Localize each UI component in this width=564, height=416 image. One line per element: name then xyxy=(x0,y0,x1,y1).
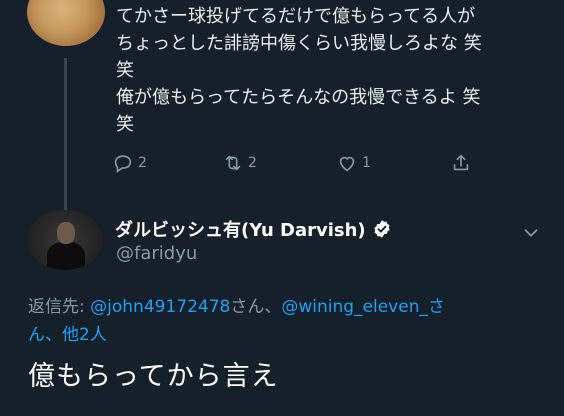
reply-to-label: 返信先: xyxy=(28,297,91,317)
reply-to-suffix: さん、 xyxy=(230,297,282,317)
more-options-button[interactable] xyxy=(520,222,542,244)
tweet-text-line: てかさー球投げてるだけで億もらってる人が xyxy=(116,6,476,27)
reply-count: 2 xyxy=(138,155,147,171)
tweet-text-line: 笑 xyxy=(116,60,134,81)
verified-badge-icon xyxy=(372,219,392,239)
display-name[interactable]: ダルビッシュ有(Yu Darvish) xyxy=(115,216,366,242)
tweet-text-line: ちょっとした誹謗中傷くらい我慢しろよな 笑 xyxy=(116,33,482,54)
thread-connector-line xyxy=(64,58,67,210)
tweet-text: 億もらってから言え xyxy=(28,361,279,392)
chevron-down-icon xyxy=(524,229,538,237)
avatar[interactable] xyxy=(27,210,103,270)
like-icon xyxy=(339,156,355,172)
tweet-text-line: 俺が億もらってたらそんなの我慢できるよ 笑 xyxy=(116,87,481,108)
retweet-count: 2 xyxy=(248,155,257,171)
tweet-text: てかさー球投げてるだけで億もらってる人が ちょっとした誹謗中傷くらい我慢しろよな … xyxy=(116,3,536,138)
mention-link-suffix[interactable]: ん、他2人 xyxy=(28,325,107,345)
replying-to: 返信先: @john49172478さん、@wining_eleven_さん、他… xyxy=(28,293,548,349)
author-name-row[interactable]: ダルビッシュ有(Yu Darvish) xyxy=(115,216,392,242)
avatar-body xyxy=(47,242,85,270)
retweet-icon xyxy=(225,155,241,171)
author-handle[interactable]: @faridyu xyxy=(116,243,197,264)
mention-link[interactable]: @wining_eleven_ xyxy=(281,297,428,317)
avatar-face xyxy=(57,222,75,244)
avatar[interactable] xyxy=(27,0,105,46)
tweet-text-line: 笑 xyxy=(116,114,134,135)
mention-link[interactable]: @john49172478 xyxy=(90,297,230,317)
reply-icon xyxy=(114,155,132,173)
like-count: 1 xyxy=(362,155,371,171)
tweet-actions: 2 2 1 xyxy=(108,150,488,176)
share-button[interactable] xyxy=(450,150,472,176)
share-icon xyxy=(453,154,469,171)
like-button[interactable]: 1 xyxy=(336,150,371,176)
reply-button[interactable]: 2 xyxy=(112,150,147,176)
mention-link-suffix[interactable]: さ xyxy=(428,297,445,317)
retweet-button[interactable]: 2 xyxy=(222,150,257,176)
